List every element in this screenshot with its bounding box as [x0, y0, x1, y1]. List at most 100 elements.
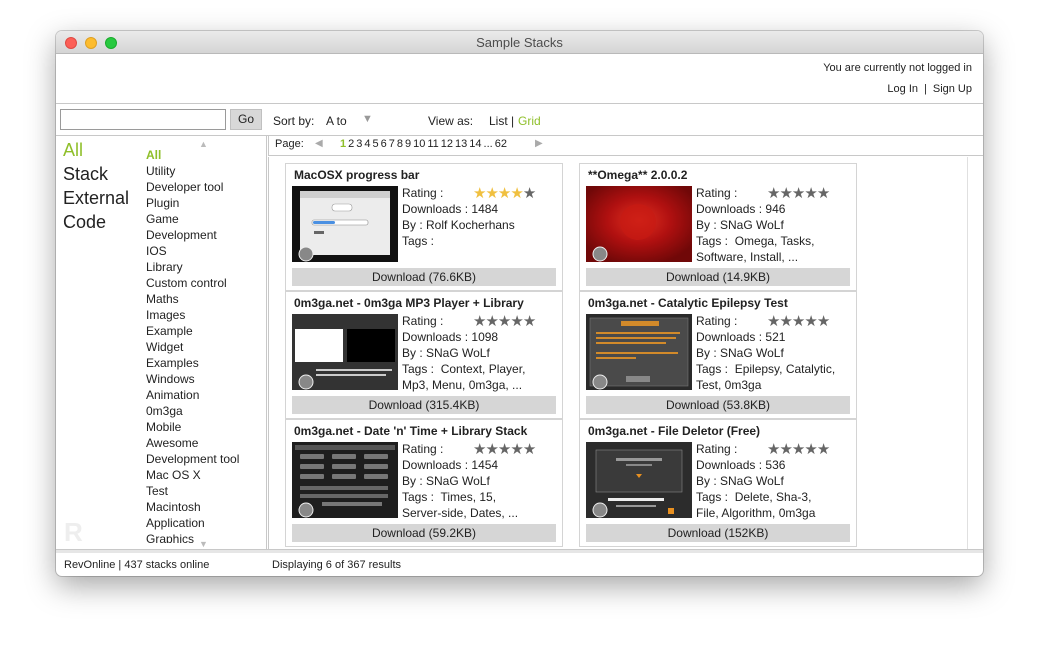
category-item[interactable]: Test: [146, 484, 168, 498]
tags-text: Tags : Epilepsy, Catalytic,: [696, 362, 835, 376]
category-item[interactable]: Development tool: [146, 452, 239, 466]
category-item[interactable]: Mac OS X: [146, 468, 201, 482]
category-item[interactable]: Example: [146, 324, 193, 338]
page-link[interactable]: 12: [441, 138, 453, 150]
category-item[interactable]: 0m3ga: [146, 404, 183, 418]
page-link[interactable]: 3: [356, 138, 362, 150]
download-button[interactable]: Download (76.6KB): [292, 268, 556, 286]
stack-title[interactable]: 0m3ga.net - File Deletor (Free): [588, 424, 760, 438]
star-icon: ★: [804, 313, 817, 330]
category-item[interactable]: Developer tool: [146, 180, 223, 194]
category-item[interactable]: Game: [146, 212, 179, 226]
page-link[interactable]: 14: [469, 138, 481, 150]
next-page-icon[interactable]: ▶: [535, 138, 543, 149]
stack-thumbnail-icon[interactable]: [586, 314, 692, 390]
app-window: Sample Stacks You are currently not logg…: [56, 31, 983, 576]
sort-value[interactable]: A to: [326, 114, 347, 128]
tags-line-2: File, Algorithm, 0m3ga: [696, 506, 816, 520]
results-scrollbar[interactable]: [967, 157, 983, 550]
page-link[interactable]: 13: [455, 138, 467, 150]
downloads-label: Downloads :: [402, 330, 469, 344]
page-link[interactable]: 8: [397, 138, 403, 150]
page-link[interactable]: 9: [405, 138, 411, 150]
star-icon: ★: [497, 313, 511, 330]
auth-separator: |: [924, 83, 927, 95]
star-icon: ★: [473, 313, 486, 330]
category-item[interactable]: Maths: [146, 292, 179, 306]
category-item[interactable]: Animation: [146, 388, 199, 402]
star-icon: ★: [791, 185, 805, 202]
type-item-stack[interactable]: Stack: [63, 164, 108, 185]
type-item-external[interactable]: External: [63, 188, 129, 209]
previous-page-icon[interactable]: ◀: [315, 138, 323, 149]
category-item[interactable]: IOS: [146, 244, 167, 258]
category-item[interactable]: Utility: [146, 164, 175, 178]
sort-dropdown-icon[interactable]: ▼: [362, 113, 373, 125]
page-link[interactable]: 10: [413, 138, 425, 150]
stack-thumbnail-icon[interactable]: [292, 186, 398, 262]
category-item[interactable]: Images: [146, 308, 185, 322]
star-icon: ★: [522, 185, 536, 202]
type-item-all[interactable]: All: [63, 140, 83, 161]
download-button[interactable]: Download (152KB): [586, 524, 850, 542]
star-icon: ★: [816, 313, 830, 330]
download-button[interactable]: Download (59.2KB): [292, 524, 556, 542]
category-item[interactable]: Examples: [146, 356, 199, 370]
status-results-count: Displaying 6 of 367 results: [272, 559, 402, 571]
stack-title[interactable]: 0m3ga.net - 0m3ga MP3 Player + Library: [294, 296, 524, 310]
star-icon: ★: [767, 185, 780, 202]
stack-thumbnail-icon[interactable]: [586, 186, 692, 262]
scroll-down-icon[interactable]: ▼: [199, 539, 208, 549]
stack-title[interactable]: **Omega** 2.0.0.2: [588, 168, 687, 182]
stack-thumbnail-icon[interactable]: [292, 442, 398, 518]
page-link[interactable]: 2: [348, 138, 354, 150]
category-item[interactable]: Application: [146, 516, 205, 530]
category-item[interactable]: Plugin: [146, 196, 179, 210]
stack-thumbnail-icon[interactable]: [292, 314, 398, 390]
category-item[interactable]: Awesome: [146, 436, 198, 450]
view-grid-link[interactable]: Grid: [518, 114, 541, 128]
log-in-link[interactable]: Log In: [887, 83, 918, 95]
category-item[interactable]: Widget: [146, 340, 183, 354]
by-label: By :: [696, 474, 717, 488]
page-link[interactable]: 11: [427, 138, 438, 150]
author-text: By : SNaG WoLf: [696, 218, 784, 232]
stack-thumbnail-icon[interactable]: [586, 442, 692, 518]
stack-title[interactable]: MacOSX progress bar: [294, 168, 419, 182]
category-item[interactable]: Development: [146, 228, 217, 242]
category-item[interactable]: All: [146, 148, 161, 162]
download-button[interactable]: Download (53.8KB): [586, 396, 850, 414]
scroll-up-icon[interactable]: ▲: [199, 139, 208, 149]
rating-stars: ★★★★★: [473, 440, 536, 458]
page-link[interactable]: 7: [389, 138, 395, 150]
author-name: SNaG WoLf: [426, 346, 490, 360]
tags-line: Epilepsy, Catalytic,: [734, 362, 836, 376]
downloads-count: 1484: [471, 202, 499, 216]
category-item[interactable]: Macintosh: [146, 500, 201, 514]
stack-title[interactable]: 0m3ga.net - Date 'n' Time + Library Stac…: [294, 424, 527, 438]
page-link[interactable]: 5: [373, 138, 379, 150]
download-button[interactable]: Download (315.4KB): [292, 396, 556, 414]
tags-label: Tags :: [696, 234, 729, 248]
view-list-link[interactable]: List: [489, 114, 508, 128]
downloads-text: Downloads : 1454: [402, 458, 498, 472]
star-icon: ★: [816, 441, 830, 458]
page-link[interactable]: 4: [364, 138, 370, 150]
star-icon: ★: [816, 185, 830, 202]
download-button[interactable]: Download (14.9KB): [586, 268, 850, 286]
sign-up-link[interactable]: Sign Up: [933, 83, 972, 95]
tags-line: Context, Player,: [440, 362, 526, 376]
page-link[interactable]: 62: [495, 138, 507, 150]
category-item[interactable]: Windows: [146, 372, 195, 386]
page-link[interactable]: 6: [381, 138, 387, 150]
type-item-code[interactable]: Code: [63, 212, 106, 233]
page-link-current[interactable]: 1: [340, 138, 346, 150]
stack-title[interactable]: 0m3ga.net - Catalytic Epilepsy Test: [588, 296, 788, 310]
category-item[interactable]: Library: [146, 260, 183, 274]
star-icon: ★: [522, 313, 536, 330]
category-item[interactable]: Custom control: [146, 276, 227, 290]
category-item[interactable]: Graphics: [146, 532, 194, 543]
results-grid: MacOSX progress bar Rating : ★★★★★ Downl…: [268, 157, 968, 550]
category-item[interactable]: Mobile: [146, 420, 181, 434]
star-icon: ★: [497, 441, 511, 458]
